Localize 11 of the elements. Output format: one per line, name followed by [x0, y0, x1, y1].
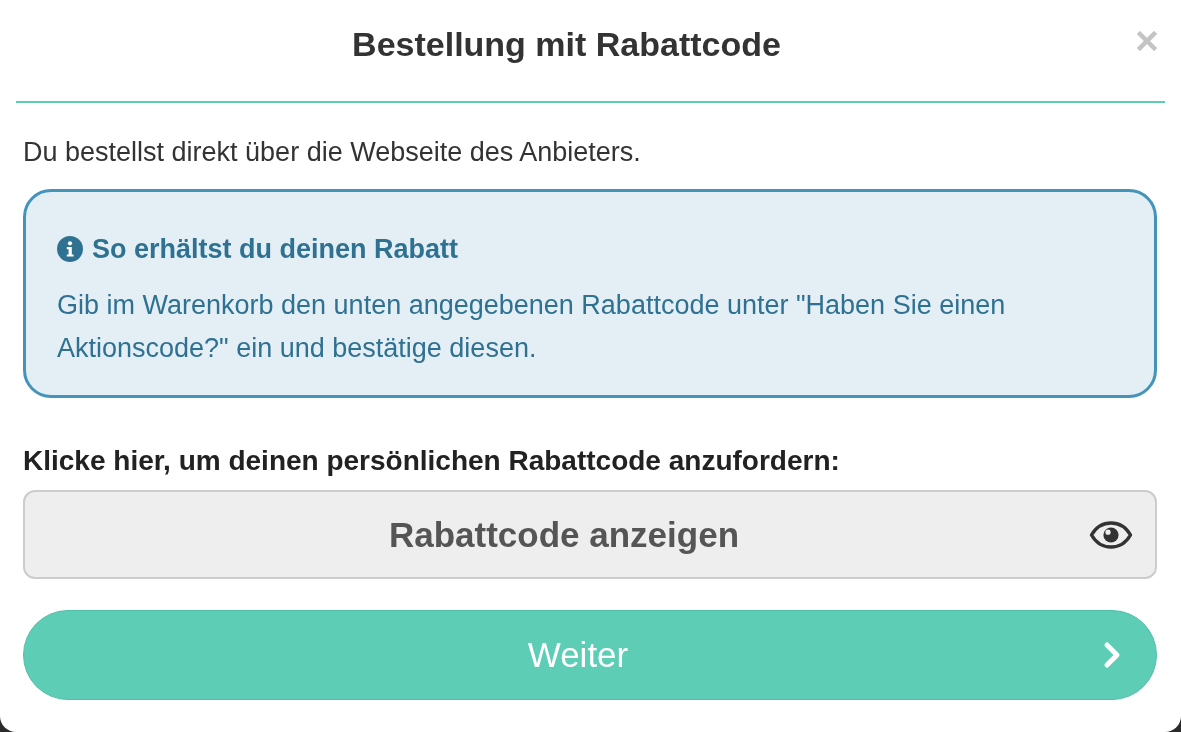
info-text: Gib im Warenkorb den unten angegebenen Rabattcode unter "Haben Sie einen Aktionscode?" ein und bestätige diesen.	[57, 289, 1007, 365]
info-icon	[57, 236, 83, 262]
chevron-right-icon	[1102, 641, 1122, 669]
dialog-title: Bestellung mit Rabattcode	[352, 24, 781, 65]
show-code-button[interactable]: Rabattcode anzeigen	[23, 490, 1157, 579]
close-icon	[1137, 30, 1157, 51]
info-heading: So erhältst du deinen Rabatt	[92, 233, 459, 266]
eye-icon	[1089, 520, 1133, 549]
close-button[interactable]	[1137, 30, 1157, 51]
prompt-text: Klicke hier, um deinen persönlichen Rabattcode anzufordern:	[23, 444, 841, 478]
intro-text: Du bestellst direkt über die Webseite des Anbieters.	[23, 136, 642, 169]
